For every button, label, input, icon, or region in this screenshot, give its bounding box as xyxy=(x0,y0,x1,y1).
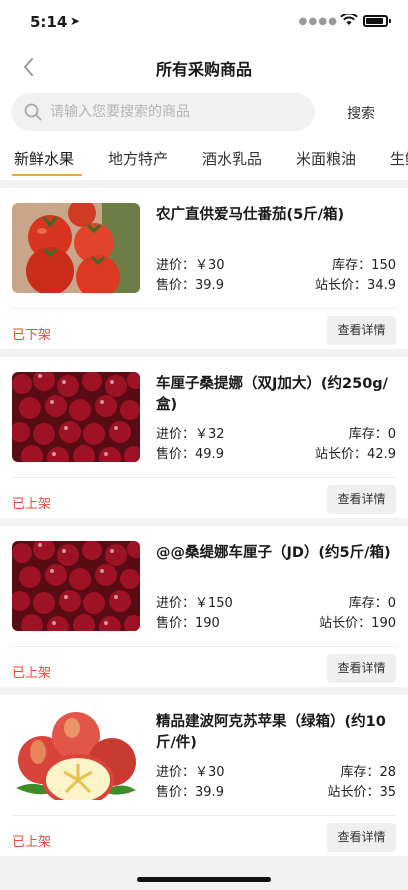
search-row: 搜索 xyxy=(0,90,408,138)
view-details-button[interactable]: 查看详情 xyxy=(327,485,396,514)
divider xyxy=(12,308,396,309)
search-icon xyxy=(24,103,42,121)
product-card: @@桑缇娜车厘子（JD）(约5斤/箱) 进价：￥150 库存：0 售价：190 … xyxy=(0,526,408,687)
sale-price: 售价：49.9 xyxy=(156,447,224,462)
product-card: 车厘子桑提娜（双J加大）(约250g/盒) 进价：￥32 库存：0 售价：49.… xyxy=(0,357,408,518)
tab-drinks-dairy[interactable]: 酒水乳品 xyxy=(202,148,262,169)
battery-icon xyxy=(363,15,391,27)
divider xyxy=(12,646,396,647)
status-time: 5:14 xyxy=(30,13,68,31)
purchase-price: 进价：￥150 xyxy=(156,596,233,611)
product-card: 农广直供爱马仕番茄(5斤/箱) 进价：￥30 库存：150 售价：39.9 站长… xyxy=(0,188,408,349)
listing-status: 已上架 xyxy=(12,835,52,850)
tab-fresh-fruit[interactable]: 新鲜水果 xyxy=(14,148,74,169)
sale-price: 售价：39.9 xyxy=(156,278,224,293)
product-name: @@桑缇娜车厘子（JD）(约5斤/箱) xyxy=(156,545,391,561)
nav-bar: 所有采购商品 xyxy=(0,44,408,90)
station-price: 站长价：42.9 xyxy=(315,447,396,462)
purchase-price: 进价：￥32 xyxy=(156,427,225,442)
stock: 库存：0 xyxy=(348,596,396,611)
category-tabs: 新鲜水果 地方特产 酒水乳品 米面粮油 生鲜 xyxy=(0,138,408,180)
stock: 库存：0 xyxy=(348,427,396,442)
station-price: 站长价：190 xyxy=(319,616,396,631)
status-bar: 5:14 ➤ ● ● ● ● xyxy=(0,0,408,44)
tab-grain-oil[interactable]: 米面粮油 xyxy=(296,148,356,169)
view-details-button[interactable]: 查看详情 xyxy=(327,654,396,683)
search-box[interactable] xyxy=(12,93,315,131)
purchase-price: 进价：￥30 xyxy=(156,765,225,780)
search-input[interactable] xyxy=(50,93,305,131)
cherry-image xyxy=(12,541,140,631)
product-card: 精品建波阿克苏苹果（绿箱）(约10斤/件) 进价：￥30 库存：28 售价：39… xyxy=(0,695,408,856)
station-price: 站长价：34.9 xyxy=(315,278,396,293)
product-name: 精品建波阿克苏苹果（绿箱）(约10斤/件) xyxy=(156,714,386,751)
view-details-button[interactable]: 查看详情 xyxy=(327,823,396,852)
active-tab-indicator xyxy=(12,174,82,176)
product-name: 农广直供爱马仕番茄(5斤/箱) xyxy=(156,207,345,223)
stock: 库存：150 xyxy=(332,258,396,273)
listing-status: 已下架 xyxy=(12,328,52,343)
home-indicator[interactable] xyxy=(137,877,271,882)
listing-status: 已上架 xyxy=(12,666,52,681)
view-details-button[interactable]: 查看详情 xyxy=(327,316,396,345)
sale-price: 售价：190 xyxy=(156,616,220,631)
listing-status: 已上架 xyxy=(12,497,52,512)
signal-icon: ● ● ● ● xyxy=(298,16,337,27)
wifi-icon xyxy=(340,14,358,25)
product-name: 车厘子桑提娜（双J加大）(约250g/盒) xyxy=(156,376,388,413)
purchase-price: 进价：￥30 xyxy=(156,258,225,273)
tab-local-specialty[interactable]: 地方特产 xyxy=(108,148,168,169)
apple-image xyxy=(12,710,140,800)
sale-price: 售价：39.9 xyxy=(156,785,224,800)
station-price: 站长价：35 xyxy=(327,785,396,800)
stock: 库存：28 xyxy=(340,765,396,780)
page-title: 所有采购商品 xyxy=(155,60,252,79)
location-arrow-icon: ➤ xyxy=(70,14,81,28)
divider xyxy=(12,815,396,816)
divider xyxy=(12,477,396,478)
search-button[interactable]: 搜索 xyxy=(347,103,375,123)
cherry-image xyxy=(12,372,140,462)
tomato-image xyxy=(12,203,140,293)
tab-fresh[interactable]: 生鲜 xyxy=(390,148,408,169)
